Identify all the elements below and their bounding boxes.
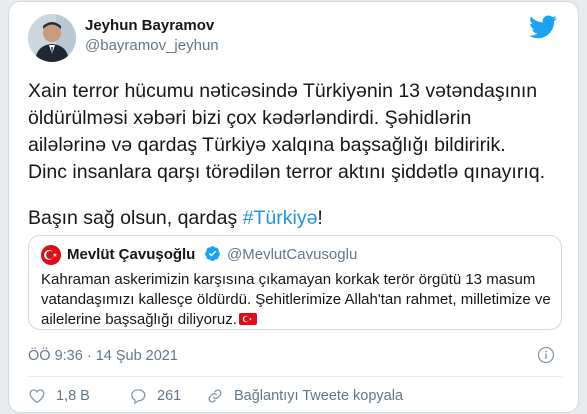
- copy-link-label: Bağlantıyı Tweete kopyala: [234, 388, 404, 404]
- tweet-body: Xain terror hücumu nəticəsində Türkiyəni…: [28, 80, 546, 183]
- quoted-tweet-text: Kahraman askerimizin karşısına çıkamayan…: [41, 270, 553, 330]
- author-name[interactable]: Jeyhun Bayramov: [85, 17, 214, 34]
- info-icon[interactable]: [537, 346, 555, 364]
- tweet-closing-text: Başın sağ olsun, qardaş: [28, 207, 243, 229]
- turkish-flag-emoji-icon: [238, 313, 257, 325]
- tweet-closing-line: Başın sağ olsun, qardaş #Türkiyə!: [28, 205, 323, 232]
- link-icon: [208, 389, 222, 403]
- like-count: 1,8 B: [56, 388, 90, 404]
- hashtag-link[interactable]: #Türkiyə: [243, 207, 318, 229]
- actions-divider: [28, 376, 562, 377]
- author-handle[interactable]: @bayramov_jeyhun: [85, 37, 219, 54]
- quoted-tweet-body: Kahraman askerimizin karşısına çıkamayan…: [41, 271, 551, 328]
- avatar[interactable]: [28, 14, 76, 62]
- tweet-timestamp[interactable]: ÖÖ 9:36 · 14 Şub 2021: [28, 348, 178, 364]
- tweet-card: Jeyhun Bayramov @bayramov_jeyhun Xain te…: [8, 1, 579, 413]
- quoted-author-name[interactable]: Mevlüt Çavuşoğlu: [67, 246, 195, 263]
- verified-badge-icon: [205, 246, 220, 261]
- copy-link-button[interactable]: Bağlantıyı Tweete kopyala: [206, 384, 403, 408]
- reply-count: 261: [157, 388, 182, 404]
- turkish-flag-avatar[interactable]: [41, 245, 61, 265]
- reply-bubble-icon: [131, 389, 146, 405]
- tweet-closing-punctuation: !: [317, 207, 323, 229]
- tweet-actions: 1,8 B 261 Bağlantıyı Tweete kopyala: [28, 384, 568, 408]
- heart-icon: [29, 389, 45, 404]
- quoted-tweet[interactable]: Mevlüt Çavuşoğlu @MevlutCavusoglu Kahram…: [28, 235, 562, 330]
- like-button[interactable]: 1,8 B: [28, 384, 90, 408]
- twitter-bird-icon[interactable]: [529, 15, 557, 39]
- reply-button[interactable]: 261: [129, 384, 181, 408]
- quoted-author-handle[interactable]: @MevlutCavusoglu: [227, 246, 357, 263]
